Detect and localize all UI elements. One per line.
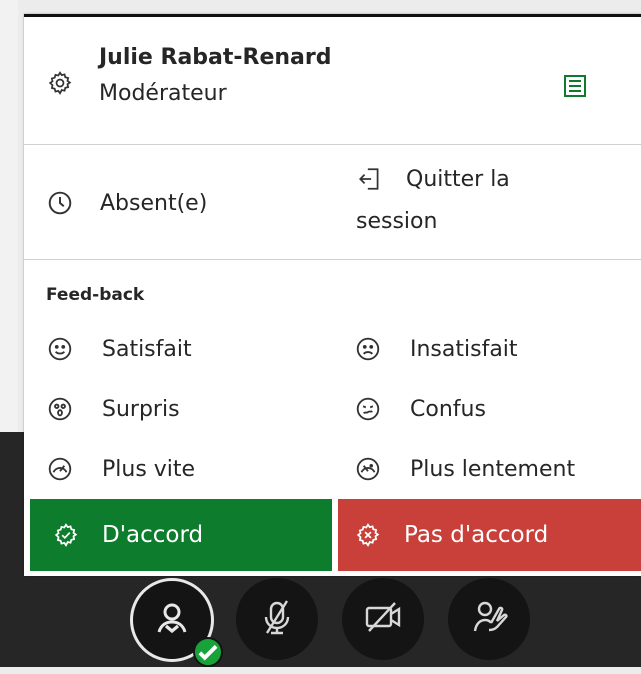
user-name: Julie Rabat-Renard [99, 45, 332, 70]
feedback-label: Insatisfait [410, 336, 518, 362]
divider [24, 259, 641, 260]
status-feedback-menu: Julie Rabat-Renard Modérateur Absent(e) [24, 14, 641, 576]
raise-hand-button[interactable] [448, 578, 530, 660]
user-icon [150, 596, 194, 644]
feedback-item-unsatisfied[interactable]: Insatisfait [354, 335, 518, 363]
agree-label: D'accord [102, 522, 204, 548]
list-icon [564, 75, 586, 101]
feedback-item-surprised[interactable]: Surpris [46, 395, 180, 423]
disagree-button[interactable]: Pas d'accord [338, 499, 641, 571]
away-button[interactable]: Absent(e) [46, 189, 207, 217]
feedback-label: Satisfait [102, 336, 192, 362]
smile-icon [46, 335, 74, 363]
feedback-label: Plus lentement [410, 456, 576, 482]
speed-slow-icon [354, 455, 382, 483]
feedback-item-faster[interactable]: Plus vite [46, 455, 195, 483]
frown-icon [354, 335, 382, 363]
away-label: Absent(e) [100, 190, 208, 216]
left-gutter [0, 0, 18, 432]
disagree-label: Pas d'accord [404, 522, 549, 548]
feedback-item-slower[interactable]: Plus lentement [354, 455, 575, 483]
gear-icon [46, 69, 74, 97]
leave-label-line1: Quitter la [406, 166, 510, 192]
confused-icon [354, 395, 382, 423]
feedback-item-satisfied[interactable]: Satisfait [46, 335, 192, 363]
microphone-off-icon [255, 595, 299, 643]
feedback-label: Surpris [102, 396, 180, 422]
divider [24, 144, 641, 145]
leave-label-line2: session [356, 209, 438, 234]
feedback-item-confused[interactable]: Confus [354, 395, 486, 423]
microphone-button[interactable] [236, 578, 318, 660]
settings-button[interactable] [46, 69, 74, 97]
camera-button[interactable] [342, 578, 424, 660]
exit-icon [356, 165, 384, 193]
leave-session-button[interactable]: Quitter la [356, 165, 510, 193]
clock-icon [46, 189, 74, 217]
agree-badge-icon [52, 521, 80, 549]
disagree-badge-icon [354, 521, 382, 549]
avatar-status-button[interactable] [130, 578, 223, 667]
speed-fast-icon [46, 455, 74, 483]
list-view-button[interactable] [564, 75, 586, 101]
feedback-title: Feed-back [46, 285, 145, 305]
agree-button[interactable]: D'accord [30, 499, 332, 571]
available-status-icon [193, 637, 223, 667]
camera-off-icon [361, 595, 405, 643]
feedback-label: Plus vite [102, 456, 196, 482]
user-role: Modérateur [99, 81, 227, 106]
hand-icon [467, 595, 511, 643]
feedback-label: Confus [410, 396, 486, 422]
surprised-icon [46, 395, 74, 423]
